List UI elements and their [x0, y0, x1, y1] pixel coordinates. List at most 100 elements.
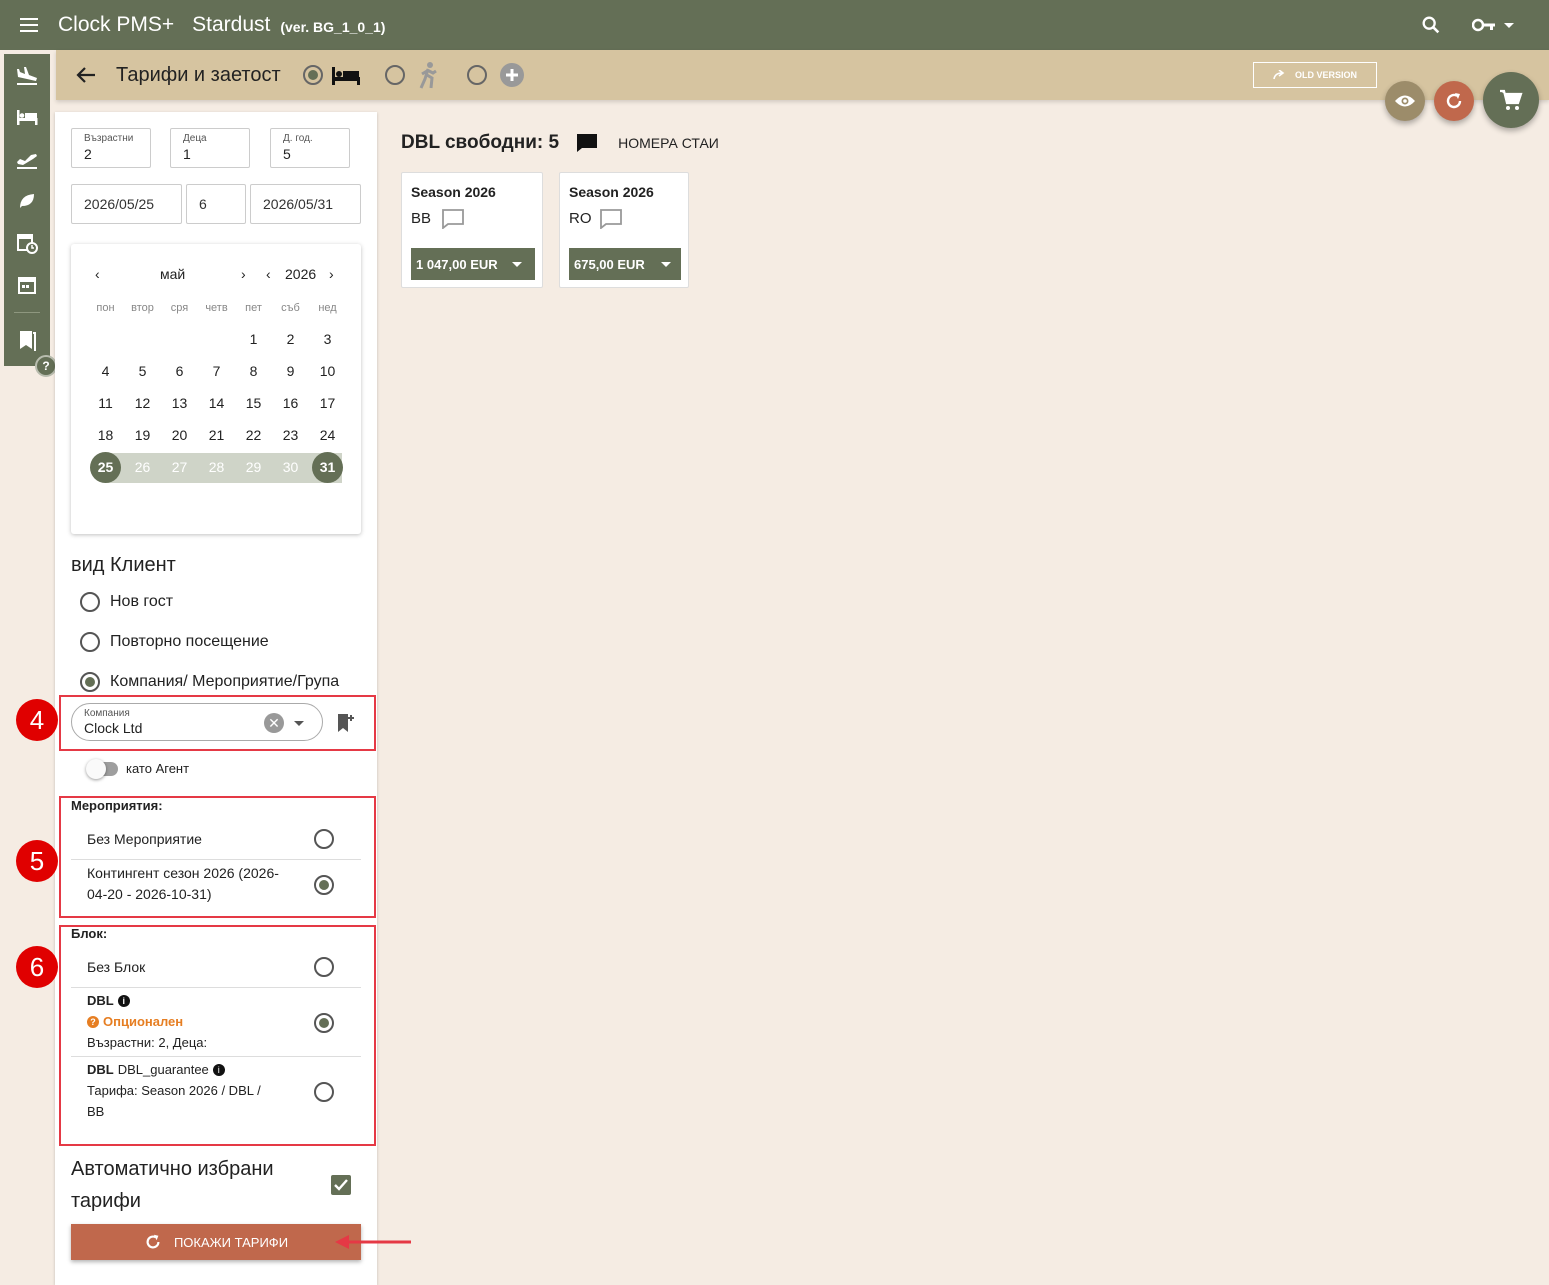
weekday-label: нед — [318, 302, 337, 314]
client-option-label: Нов гост — [110, 593, 174, 610]
calendar-day[interactable]: 14 — [198, 387, 235, 419]
calendar-day[interactable]: 23 — [272, 419, 309, 451]
menu-button[interactable] — [0, 0, 58, 50]
annotation-box-blocks — [59, 925, 376, 1146]
rate-price-button[interactable]: 675,00 EUR — [569, 248, 681, 280]
calendar-day-selected[interactable]: 25 — [90, 452, 121, 483]
departure-date-value: 2026/05/31 — [263, 196, 334, 212]
child-age-field[interactable]: Д. год. 5 — [270, 128, 350, 168]
auto-rates-line1: Автоматично избрани — [71, 1158, 274, 1180]
client-option-company[interactable]: Компания/ Мероприятие/Група — [80, 672, 339, 692]
refresh-button[interactable] — [1434, 81, 1474, 121]
arrival-date-value: 2026/05/25 — [84, 196, 155, 212]
client-option-returning[interactable]: Повторно посещение — [80, 632, 269, 652]
calendar-day[interactable]: 24 — [309, 419, 346, 451]
prev-year-button[interactable]: ‹ — [266, 266, 271, 282]
rate-price-button[interactable]: 1 047,00 EUR — [411, 248, 535, 280]
agent-toggle[interactable] — [86, 759, 118, 779]
rate-board: BB — [411, 210, 432, 227]
adults-field[interactable]: Възрастни 2 — [71, 128, 151, 168]
calendar-day[interactable]: 13 — [161, 387, 198, 419]
child-age-label: Д. год. — [283, 133, 313, 144]
rail-schedule[interactable] — [4, 222, 50, 264]
key-icon — [1472, 18, 1495, 32]
calendar-day[interactable]: 10 — [309, 355, 346, 387]
mode-radio-rooms[interactable] — [302, 65, 323, 85]
mode-radio-add[interactable] — [466, 65, 487, 85]
annotation-badge-5: 5 — [16, 840, 58, 882]
chat-icon[interactable] — [576, 133, 598, 153]
calendar-day[interactable]: 22 — [235, 419, 272, 451]
next-year-button[interactable]: › — [329, 266, 334, 282]
calendar-day[interactable]: 29 — [235, 451, 272, 483]
user-key-menu[interactable] — [1453, 0, 1533, 50]
search-button[interactable] — [1409, 0, 1453, 50]
calendar-day[interactable]: 8 — [235, 355, 272, 387]
chevron-down-icon — [1504, 22, 1514, 28]
calendar-day[interactable]: 9 — [272, 355, 309, 387]
calendar-day[interactable]: 1 — [235, 323, 272, 355]
walking-person-icon — [419, 62, 437, 89]
rate-season: Season 2026 — [411, 184, 496, 200]
children-field[interactable]: Деца 1 — [170, 128, 250, 168]
calendar-day[interactable]: 5 — [124, 355, 161, 387]
arrival-date-input[interactable]: 2026/05/25 — [71, 184, 182, 224]
calendar-day[interactable]: 19 — [124, 419, 161, 451]
calendar-clock-icon — [17, 234, 38, 254]
back-button[interactable] — [56, 66, 116, 84]
children-value: 1 — [183, 146, 191, 162]
mode-radio-walkin[interactable] — [384, 65, 405, 85]
flight-takeoff-icon — [17, 154, 37, 169]
radio-new-guest[interactable] — [80, 592, 100, 612]
calendar-day[interactable]: 17 — [309, 387, 346, 419]
rail-calendar[interactable] — [4, 264, 50, 306]
departure-date-input[interactable]: 2026/05/31 — [250, 184, 361, 224]
calendar-day[interactable]: 30 — [272, 451, 309, 483]
calendar-day[interactable]: 4 — [87, 355, 124, 387]
leaf-icon — [20, 194, 34, 208]
help-icon[interactable]: ? — [35, 355, 57, 377]
calendar-day[interactable]: 18 — [87, 419, 124, 451]
calendar-day[interactable]: 20 — [161, 419, 198, 451]
calendar-day[interactable]: 6 — [161, 355, 198, 387]
calendar-day[interactable]: 26 — [124, 451, 161, 483]
rail-departures[interactable] — [4, 138, 50, 180]
show-rates-button[interactable]: ПОКАЖИ ТАРИФИ — [71, 1224, 361, 1260]
old-version-button[interactable]: OLD VERSION — [1253, 62, 1377, 88]
cart-icon — [1500, 89, 1523, 110]
app-name: Clock PMS+ — [58, 13, 175, 36]
rail-arrivals[interactable] — [4, 54, 50, 96]
calendar-day[interactable]: 7 — [198, 355, 235, 387]
page-title: Тарифи и заетост — [116, 63, 281, 86]
annotation-arrow — [335, 1235, 411, 1249]
rate-price: 675,00 EUR — [574, 256, 645, 272]
calendar-day[interactable]: 3 — [309, 323, 346, 355]
comment-icon[interactable] — [600, 209, 622, 229]
preview-button[interactable] — [1385, 81, 1425, 121]
client-option-new[interactable]: Нов гост — [80, 592, 173, 612]
calendar-day-selected[interactable]: 31 — [312, 452, 343, 483]
rail-rooms[interactable] — [4, 96, 50, 138]
cart-button[interactable] — [1483, 72, 1539, 128]
calendar-day[interactable]: 12 — [124, 387, 161, 419]
calendar-day[interactable]: 28 — [198, 451, 235, 483]
calendar-day[interactable]: 27 — [161, 451, 198, 483]
calendar-day[interactable]: 11 — [87, 387, 124, 419]
hotel-name: Stardust — [192, 13, 271, 36]
radio-returning[interactable] — [80, 632, 100, 652]
calendar-day[interactable]: 2 — [272, 323, 309, 355]
rail-eco[interactable] — [4, 180, 50, 222]
prev-month-button[interactable]: ‹ — [95, 266, 100, 282]
radio-company[interactable] — [80, 672, 100, 692]
show-rates-label: ПОКАЖИ ТАРИФИ — [173, 1234, 289, 1250]
add-circle-icon — [499, 63, 524, 87]
rooms-link[interactable]: НОМЕРА СТАИ — [618, 135, 719, 151]
calendar-day[interactable]: 15 — [235, 387, 272, 419]
client-type-title: вид Клиент — [71, 554, 176, 576]
calendar-day[interactable]: 21 — [198, 419, 235, 451]
next-month-button[interactable]: › — [241, 266, 246, 282]
auto-rates-checkbox[interactable] — [331, 1175, 351, 1195]
nights-input[interactable]: 6 — [186, 184, 246, 224]
comment-icon[interactable] — [442, 209, 464, 229]
calendar-day[interactable]: 16 — [272, 387, 309, 419]
